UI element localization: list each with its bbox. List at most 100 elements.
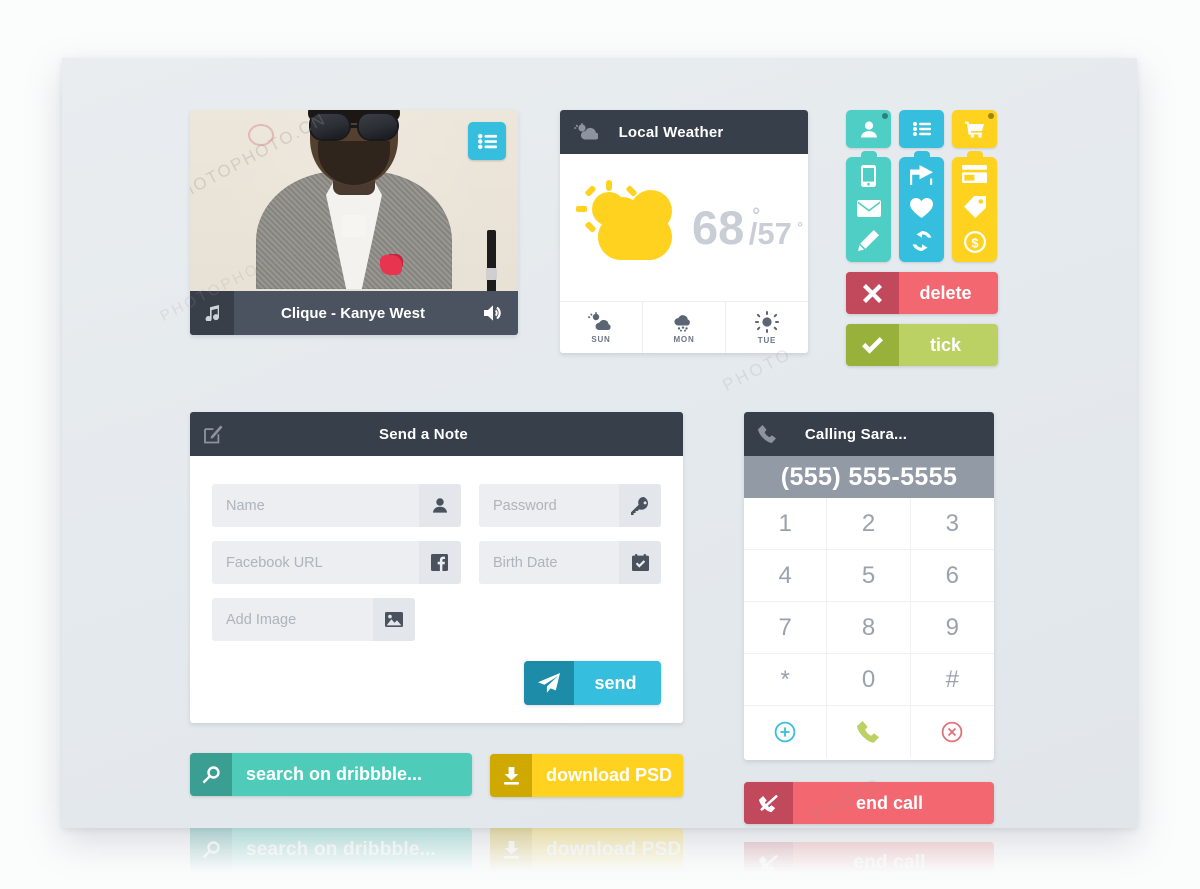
reflection-dribbble-label: search on dribbble... — [246, 838, 437, 860]
call-key[interactable] — [827, 706, 911, 758]
svg-text:$: $ — [971, 235, 979, 250]
forecast-day-label: TUE — [757, 335, 777, 345]
icon-column-blue — [899, 157, 944, 262]
forecast-day-mon[interactable]: MON — [643, 302, 726, 353]
check-icon — [846, 324, 899, 366]
key-7[interactable]: 7 — [744, 602, 828, 654]
music-player-widget: PHOTOPHOTO.CN Clique - Kanye West — [190, 110, 518, 335]
password-field[interactable]: Password — [478, 484, 661, 527]
snow-cloud-icon — [674, 314, 690, 332]
refresh-icon[interactable] — [911, 231, 933, 251]
degree-low: ° — [797, 219, 803, 235]
shopping-cart-icon[interactable] — [952, 110, 997, 148]
search-dribbble-button[interactable]: search on dribbble... — [190, 753, 472, 796]
send-note-form: Send a Note Name Password Facebook URL B… — [190, 412, 683, 723]
key-3[interactable]: 3 — [910, 498, 994, 550]
forecast-day-label: SUN — [591, 334, 611, 344]
icon-grid: $ delete tick — [846, 110, 998, 366]
credit-card-icon[interactable] — [962, 165, 987, 183]
list-icon[interactable] — [899, 110, 944, 148]
forecast-day-sun[interactable]: SUN — [560, 302, 643, 353]
phone-icon — [857, 721, 880, 743]
note-title: Send a Note — [379, 425, 468, 443]
key-2[interactable]: 2 — [827, 498, 911, 550]
search-dribbble-label: search on dribbble... — [246, 764, 423, 784]
dollar-icon[interactable]: $ — [963, 231, 986, 253]
key-0[interactable]: 0 — [827, 654, 911, 706]
key-1[interactable]: 1 — [744, 498, 828, 550]
key-5[interactable]: 5 — [827, 550, 911, 602]
dialed-number: (555) 555-5555 — [744, 456, 994, 498]
add-contact-key[interactable] — [744, 706, 828, 758]
cancel-circle-icon — [942, 721, 963, 743]
temperature-readout: 68 ° /57 ° — [692, 201, 803, 254]
key-hash[interactable]: # — [910, 654, 994, 706]
cancel-key[interactable] — [911, 706, 994, 758]
key-9[interactable]: 9 — [910, 602, 994, 654]
compose-icon — [204, 425, 223, 444]
note-form-body: Name Password Facebook URL Birth Date Ad… — [190, 456, 683, 705]
user-icon[interactable] — [846, 110, 891, 148]
cross-icon — [846, 272, 899, 314]
dialer-widget: Calling Sara... (555) 555-5555 1 2 3 4 5… — [744, 412, 994, 760]
icon-grid-columns: $ — [846, 148, 998, 262]
download-psd-label: download PSD — [546, 765, 672, 785]
facebook-icon — [418, 541, 461, 584]
name-field[interactable]: Name — [212, 484, 461, 527]
card-reflection: search on dribbble... download PSD end c… — [62, 828, 1137, 889]
delete-label: delete — [919, 282, 972, 303]
weather-current: 68 ° /57 ° — [560, 154, 808, 301]
keypad: 1 2 3 4 5 6 7 8 9 * 0 # — [744, 498, 994, 758]
add-image-placeholder: Add Image — [226, 611, 297, 628]
end-call-label: end call — [855, 792, 924, 813]
tick-button[interactable]: tick — [846, 324, 998, 366]
password-placeholder: Password — [492, 497, 557, 514]
facebook-url-field[interactable]: Facebook URL — [212, 541, 461, 584]
delete-button[interactable]: delete — [846, 272, 998, 314]
reflection-psd-label: download PSD — [546, 838, 682, 860]
key-star[interactable]: * — [744, 654, 828, 706]
forecast-day-tue[interactable]: TUE — [726, 302, 808, 353]
sun-cloud-icon — [574, 123, 598, 141]
send-button[interactable]: send — [524, 661, 661, 705]
reflection-end-call-label: end call — [853, 852, 926, 873]
birth-date-field[interactable]: Birth Date — [478, 541, 661, 584]
key-8[interactable]: 8 — [827, 602, 911, 654]
player-control-bar: Clique - Kanye West — [190, 291, 518, 335]
weather-header: Local Weather — [560, 110, 808, 154]
send-label: send — [594, 672, 637, 693]
add-image-field[interactable]: Add Image — [212, 598, 415, 641]
download-icon — [490, 754, 532, 797]
price-tag-icon[interactable] — [963, 196, 986, 218]
plus-circle-icon — [774, 721, 796, 743]
list-icon[interactable] — [468, 122, 506, 160]
icon-column-yellow: $ — [952, 157, 997, 262]
dialer-header: Calling Sara... — [744, 412, 994, 456]
pencil-icon[interactable] — [858, 230, 879, 251]
mobile-phone-icon[interactable] — [861, 165, 876, 187]
music-note-icon[interactable] — [190, 291, 234, 335]
download-psd-button[interactable]: download PSD — [490, 754, 683, 797]
paper-plane-icon — [524, 661, 574, 705]
calendar-check-icon — [619, 541, 661, 584]
sun-cloud-large-icon — [576, 179, 688, 276]
forecast-day-label: MON — [673, 334, 695, 344]
temp-high: 68 — [692, 201, 745, 254]
envelope-icon[interactable] — [856, 200, 881, 217]
end-call-button[interactable]: end call — [744, 782, 994, 824]
notification-badge — [988, 113, 994, 119]
heart-icon[interactable] — [910, 198, 933, 218]
birth-date-placeholder: Birth Date — [492, 554, 558, 571]
phone-hangup-icon — [744, 782, 793, 824]
icon-column-teal — [846, 157, 891, 262]
share-icon[interactable] — [910, 165, 933, 185]
phone-icon — [758, 425, 776, 443]
key-6[interactable]: 6 — [910, 550, 994, 602]
screenshot-root: PHOTOPHOTO.CN Clique - Kanye West Local … — [0, 0, 1200, 889]
volume-icon[interactable] — [472, 304, 518, 322]
icon-grid-top-row — [846, 110, 998, 148]
key-icon — [619, 484, 661, 527]
volume-slider-knob[interactable] — [486, 268, 497, 280]
search-icon — [190, 753, 232, 796]
key-4[interactable]: 4 — [744, 550, 828, 602]
